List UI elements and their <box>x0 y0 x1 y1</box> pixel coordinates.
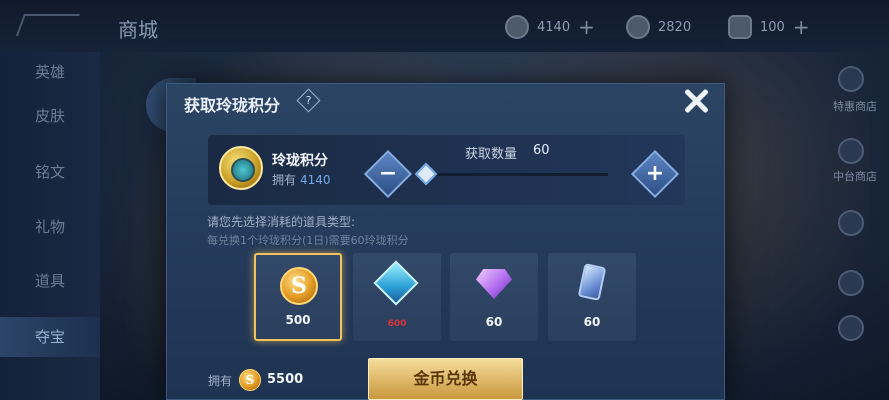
right-panel-label: 特惠商店 <box>833 100 877 113</box>
decor-icon <box>838 210 864 236</box>
lingling-points-icon <box>219 146 263 190</box>
plus-icon: + <box>645 161 665 186</box>
coin-icon <box>505 15 529 39</box>
diamond-icon <box>373 260 419 306</box>
sidebar-item-items[interactable]: 道具 <box>0 261 100 301</box>
option-amount: 600 <box>387 319 407 329</box>
currency-value: 4140 <box>537 19 571 35</box>
gem-icon <box>476 269 512 299</box>
add-coins-button[interactable]: + <box>578 15 595 39</box>
sidebar-item-inscriptions[interactable]: 铭文 <box>0 152 100 192</box>
gold-coin-icon: S <box>239 369 261 391</box>
gold-coin-icon: S <box>280 267 318 305</box>
minus-icon: − <box>378 161 398 186</box>
quantity-slider[interactable] <box>428 173 608 176</box>
gem-option[interactable]: 60 <box>450 253 538 341</box>
currency-points: 2820 <box>626 14 691 40</box>
currency-coins: 4140 + <box>505 14 595 40</box>
quantity-label: 获取数量 <box>465 147 518 162</box>
currency-tickets: 100 + <box>728 14 810 40</box>
diamond-option[interactable]: 600 <box>353 253 441 341</box>
decor-icon <box>838 315 864 341</box>
sidebar-item-heroes[interactable]: 英雄 <box>0 52 100 92</box>
item-owned: 拥有 4140 <box>272 171 331 188</box>
decor-icon <box>838 270 864 296</box>
currency-value: 100 <box>760 19 785 35</box>
coin-option[interactable]: S 500 <box>254 253 342 341</box>
balance-value: 5500 <box>267 372 304 387</box>
points-panel <box>208 135 685 205</box>
item-name: 玲珑积分 <box>272 153 328 169</box>
owned-label: 拥有 <box>272 173 297 187</box>
store-icon[interactable] <box>838 138 864 164</box>
option-amount: 60 <box>583 315 601 329</box>
balance-label: 拥有 <box>208 374 233 388</box>
dialog-title: 获取玲珑积分 <box>184 96 281 115</box>
card-option[interactable]: 60 <box>548 253 636 341</box>
close-button[interactable] <box>681 86 711 116</box>
point-icon <box>626 15 650 39</box>
back-icon[interactable] <box>15 14 81 36</box>
owned-value: 4140 <box>300 173 331 187</box>
page-title: 商城 <box>118 18 158 42</box>
ticket-icon <box>728 15 752 39</box>
quantity-value: 60 <box>533 143 550 158</box>
top-bar: 商城 4140 + 2820 100 + <box>0 0 889 52</box>
instruction-subtext: 每兑换1个玲珑积分(1日)需要60玲珑积分 <box>207 234 409 247</box>
shop-icon[interactable] <box>838 66 864 92</box>
option-amount: 500 <box>285 313 311 327</box>
exchange-button[interactable]: 金币兑换 <box>368 358 523 400</box>
sidebar-item-skins[interactable]: 皮肤 <box>0 96 100 136</box>
currency-value: 2820 <box>658 19 692 35</box>
right-panel-label: 中台商店 <box>833 170 877 183</box>
sidebar-item-treasure[interactable]: 夺宝 <box>0 317 100 357</box>
add-tickets-button[interactable]: + <box>793 15 810 39</box>
option-amount: 60 <box>485 315 503 329</box>
instruction-text: 请您先选择消耗的道具类型: <box>207 215 356 229</box>
help-glyph: ? <box>305 94 312 107</box>
sidebar-item-gifts[interactable]: 礼物 <box>0 207 100 247</box>
sidebar: 英雄 皮肤 铭文 礼物 道具 夺宝 <box>0 52 100 400</box>
crystal-card-icon <box>577 263 607 301</box>
